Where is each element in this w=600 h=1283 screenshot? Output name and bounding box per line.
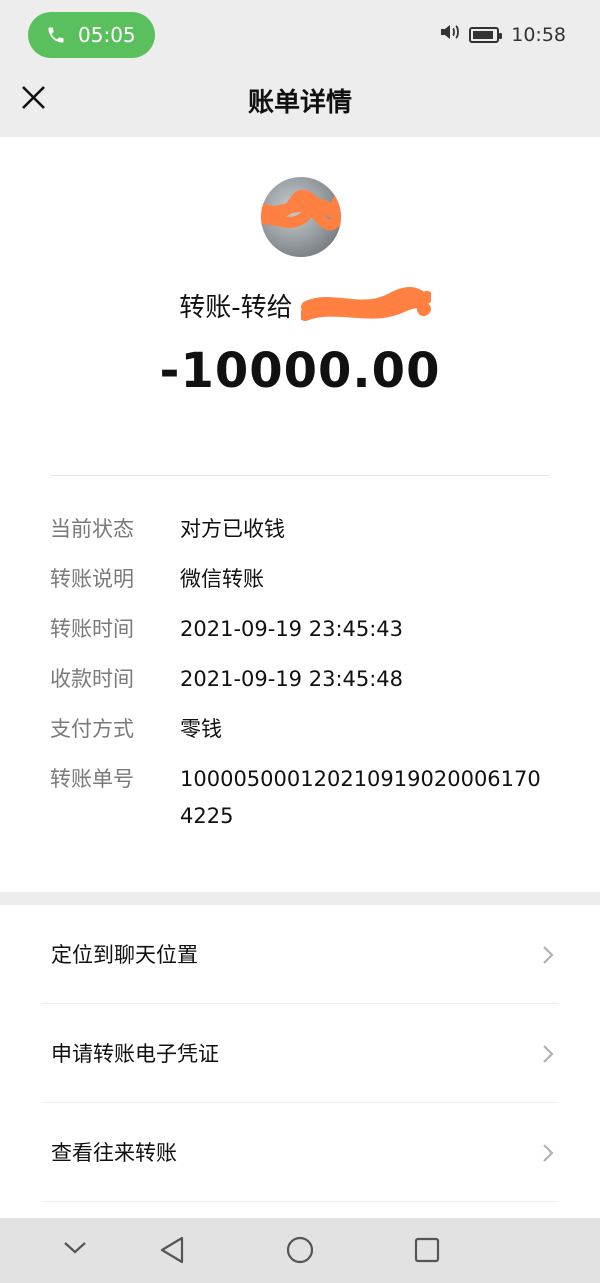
transfer-title: 转账-转给 <box>179 287 432 324</box>
detail-value: 零钱 <box>180 717 222 741</box>
action-label: 定位到聊天位置 <box>51 943 198 967</box>
detail-row-transaction-id: 转账单号 1000050001202109190200061704225 <box>50 761 560 835</box>
request-e-receipt-button[interactable]: 申请转账电子凭证 <box>42 1004 558 1102</box>
detail-label: 转账时间 <box>50 617 134 641</box>
status-bar: 05:05 10:58 <box>0 0 600 70</box>
clock: 10:58 <box>511 23 566 46</box>
divider <box>50 475 550 476</box>
hide-keyboard-button[interactable] <box>62 1240 88 1260</box>
detail-row-payment-method: 支付方式 零钱 <box>50 711 560 748</box>
nav-bar: 账单详情 <box>0 70 600 137</box>
detail-value: 2021-09-19 23:45:43 <box>180 617 404 641</box>
avatar <box>261 177 341 257</box>
detail-label: 转账说明 <box>50 567 134 591</box>
chevron-down-icon <box>64 1242 86 1254</box>
detail-label: 当前状态 <box>50 517 134 541</box>
chevron-right-icon <box>543 1144 554 1162</box>
redaction-scribble <box>261 189 341 231</box>
volume-icon <box>439 22 463 47</box>
recents-button[interactable] <box>413 1236 441 1268</box>
transfer-title-text: 转账-转给 <box>179 293 293 323</box>
battery-icon <box>469 26 503 43</box>
recents-square-icon <box>414 1237 440 1263</box>
back-button[interactable] <box>158 1235 186 1269</box>
chevron-right-icon <box>543 1045 554 1063</box>
action-label: 申请转账电子凭证 <box>51 1042 219 1066</box>
detail-value[interactable]: 1000050001202109190200061704225 <box>180 761 550 835</box>
detail-row-receive-time: 收款时间 2021-09-19 23:45:48 <box>50 661 560 698</box>
detail-label: 支付方式 <box>50 717 134 741</box>
detail-value: 对方已收钱 <box>180 517 285 541</box>
bill-detail-card: 转账-转给 -10000.00 当前状态 对方已收钱 转账说明 微信转账 转账时… <box>0 137 600 892</box>
view-transfer-history-button[interactable]: 查看往来转账 <box>42 1103 558 1201</box>
home-circle-icon <box>286 1236 314 1264</box>
action-label: 查看往来转账 <box>51 1141 177 1165</box>
ongoing-call-pill[interactable]: 05:05 <box>28 12 155 58</box>
transfer-amount: -10000.00 <box>159 343 441 399</box>
recipient-redaction <box>301 287 432 321</box>
system-status: 10:58 <box>439 22 566 47</box>
detail-value: 2021-09-19 23:45:48 <box>180 667 404 691</box>
chevron-right-icon <box>543 946 554 964</box>
page-title: 账单详情 <box>247 88 352 118</box>
detail-row-note: 转账说明 微信转账 <box>50 561 560 598</box>
back-triangle-icon <box>160 1236 184 1264</box>
phone-icon <box>46 25 66 45</box>
detail-label: 收款时间 <box>50 667 134 691</box>
detail-label: 转账单号 <box>50 767 134 791</box>
system-navigation-bar <box>0 1218 600 1283</box>
divider <box>42 1201 558 1202</box>
detail-value: 微信转账 <box>180 567 264 591</box>
locate-in-chat-button[interactable]: 定位到聊天位置 <box>42 905 558 1003</box>
home-button[interactable] <box>285 1235 315 1269</box>
action-list: 定位到聊天位置 申请转账电子凭证 查看往来转账 <box>0 905 600 1218</box>
detail-row-status: 当前状态 对方已收钱 <box>50 511 560 548</box>
detail-row-transfer-time: 转账时间 2021-09-19 23:45:43 <box>50 611 560 648</box>
call-timer: 05:05 <box>78 23 136 47</box>
